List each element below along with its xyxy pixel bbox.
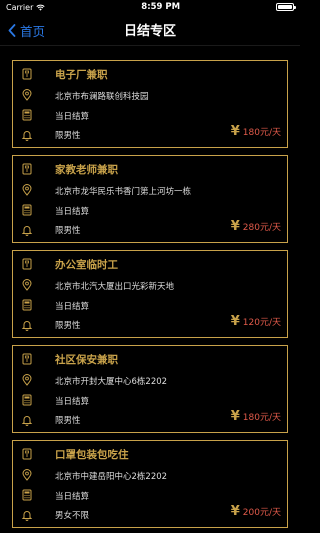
job-address: 北京市北汽大厦出口光彩新天地 — [55, 282, 175, 292]
location-pin-icon — [21, 89, 33, 101]
bell-icon — [21, 224, 33, 236]
job-address: 北京市布澜路联创科技园 — [55, 92, 149, 102]
job-address: 北京市龙华民乐书香门第上河坊一栋 — [55, 187, 192, 197]
calculator-icon — [21, 394, 33, 406]
job-price-text: 180元/天 — [242, 128, 281, 138]
job-title: 家教老师兼职 — [55, 164, 118, 176]
status-bar: Carrier 8:59 PM — [0, 0, 300, 14]
bottle-icon — [21, 448, 33, 460]
job-gender: 男女不限 — [55, 511, 90, 521]
bottle-icon — [21, 258, 33, 270]
bell-icon — [21, 319, 33, 331]
job-card[interactable]: 家教老师兼职 北京市龙华民乐书香门第上河坊一栋 当日结算 限男性 ¥ 280元/… — [12, 155, 288, 243]
wifi-icon — [36, 4, 45, 11]
job-gender: 限男性 — [55, 321, 81, 331]
calculator-icon — [21, 109, 33, 121]
status-left: Carrier — [6, 3, 45, 12]
bottle-icon — [21, 163, 33, 175]
job-price-text: 280元/天 — [242, 223, 281, 233]
job-title: 口罩包装包吃住 — [55, 449, 129, 461]
location-pin-icon — [21, 469, 33, 481]
calculator-icon — [21, 204, 33, 216]
job-card[interactable]: 社区保安兼职 北京市开封大厦中心6栋2202 当日结算 限男性 ¥ 180元/天 — [12, 345, 288, 433]
job-card[interactable]: 电子厂兼职 北京市布澜路联创科技园 当日结算 限男性 ¥ 180元/天 — [12, 60, 288, 148]
location-pin-icon — [21, 184, 33, 196]
bottle-icon — [21, 68, 33, 80]
back-button[interactable]: 首页 — [8, 14, 45, 46]
bell-icon — [21, 414, 33, 426]
yen-icon: ¥ — [230, 409, 240, 424]
job-title: 社区保安兼职 — [55, 354, 118, 366]
yen-icon: ¥ — [230, 314, 240, 329]
calculator-icon — [21, 299, 33, 311]
job-card[interactable]: 办公室临时工 北京市北汽大厦出口光彩新天地 当日结算 限男性 ¥ 120元/天 — [12, 250, 288, 338]
job-price: ¥ 200元/天 — [231, 504, 281, 519]
job-gender: 限男性 — [55, 131, 81, 141]
job-price-text: 180元/天 — [242, 413, 281, 423]
job-title: 电子厂兼职 — [55, 69, 108, 81]
job-list: 电子厂兼职 北京市布澜路联创科技园 当日结算 限男性 ¥ 180元/天 家教老师… — [12, 60, 288, 533]
bell-icon — [21, 129, 33, 141]
job-card[interactable]: 口罩包装包吃住 北京市中建岳阳中心2栋2202 当日结算 男女不限 ¥ 200元… — [12, 440, 288, 528]
battery-icon — [276, 3, 296, 11]
location-pin-icon — [21, 279, 33, 291]
job-price-text: 120元/天 — [242, 318, 281, 328]
job-settlement: 当日结算 — [55, 112, 90, 122]
carrier-label: Carrier — [6, 2, 34, 12]
calculator-icon — [21, 489, 33, 501]
job-gender: 限男性 — [55, 226, 81, 236]
navigation-bar: 首页 日结专区 — [0, 14, 300, 46]
yen-icon: ¥ — [230, 219, 240, 234]
job-settlement: 当日结算 — [55, 397, 90, 407]
job-gender: 限男性 — [55, 416, 81, 426]
job-price: ¥ 180元/天 — [231, 124, 281, 139]
job-settlement: 当日结算 — [55, 207, 90, 217]
yen-icon: ¥ — [230, 124, 240, 139]
yen-icon: ¥ — [230, 504, 240, 519]
bottle-icon — [21, 353, 33, 365]
job-price: ¥ 120元/天 — [231, 314, 281, 329]
job-title: 办公室临时工 — [55, 259, 118, 271]
chevron-left-icon — [8, 23, 16, 37]
job-address: 北京市开封大厦中心6栋2202 — [55, 377, 168, 387]
status-time: 8:59 PM — [141, 2, 181, 12]
location-pin-icon — [21, 374, 33, 386]
job-price: ¥ 180元/天 — [231, 409, 281, 424]
job-price: ¥ 280元/天 — [231, 219, 281, 234]
back-label: 首页 — [20, 23, 46, 39]
job-price-text: 200元/天 — [242, 508, 281, 518]
job-address: 北京市中建岳阳中心2栋2202 — [55, 472, 168, 482]
bell-icon — [21, 509, 33, 521]
job-settlement: 当日结算 — [55, 302, 90, 312]
job-settlement: 当日结算 — [55, 492, 90, 502]
page-title: 日结专区 — [123, 24, 176, 39]
